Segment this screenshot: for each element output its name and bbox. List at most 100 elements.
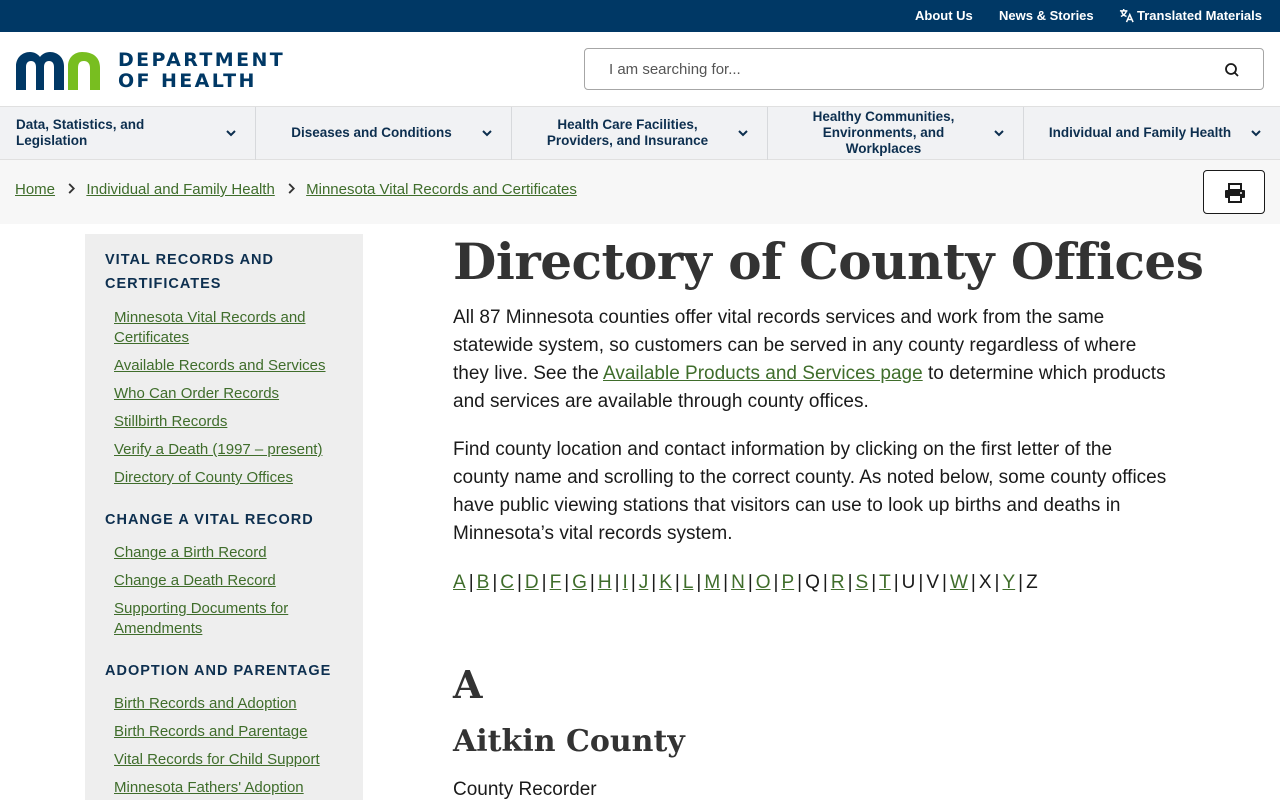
alpha-letter-n[interactable]: N xyxy=(731,572,745,593)
alpha-letter-l[interactable]: L xyxy=(683,572,694,593)
alpha-letter-d[interactable]: D xyxy=(525,572,539,593)
alpha-separator: | xyxy=(589,572,595,593)
breadcrumb-home[interactable]: Home xyxy=(15,181,55,198)
alpha-letter-o[interactable]: O xyxy=(756,572,771,593)
alpha-separator: | xyxy=(614,572,620,593)
alpha-letter-r[interactable]: R xyxy=(831,572,845,593)
sidebar-link-available-records[interactable]: Available Records and Services xyxy=(114,356,344,376)
alpha-separator: | xyxy=(773,572,779,593)
alpha-letter-j[interactable]: J xyxy=(639,572,649,593)
alpha-separator: | xyxy=(893,572,899,593)
alpha-letter-k[interactable]: K xyxy=(659,572,672,593)
print-button[interactable] xyxy=(1203,170,1265,214)
sidebar-link-change-birth[interactable]: Change a Birth Record xyxy=(114,543,344,563)
nav-item-label: Healthy Communities, Environments, and W… xyxy=(812,109,955,156)
alpha-separator: | xyxy=(970,572,976,593)
page-title: Directory of County Offices xyxy=(453,232,1204,291)
alpha-letter-y[interactable]: Y xyxy=(1002,572,1015,593)
alpha-letter-g[interactable]: G xyxy=(572,572,587,593)
alpha-letter-m[interactable]: M xyxy=(704,572,720,593)
alpha-separator: | xyxy=(994,572,1000,593)
alpha-separator: | xyxy=(723,572,729,593)
chevron-down-icon xyxy=(482,130,492,137)
logo-line-1: DEPARTMENT xyxy=(118,49,286,71)
alpha-letter-f[interactable]: F xyxy=(550,572,562,593)
sidebar-link-directory-county[interactable]: Directory of County Offices xyxy=(114,468,344,488)
alpha-letter-b[interactable]: B xyxy=(477,572,490,593)
alpha-letter-u: U xyxy=(901,572,916,593)
search-icon[interactable] xyxy=(1223,61,1241,79)
alpha-letter-a[interactable]: A xyxy=(453,572,466,593)
alpha-separator: | xyxy=(797,572,803,593)
chevron-down-icon xyxy=(1251,130,1261,137)
nav-item-label: Data, Statistics, and Legislation xyxy=(16,117,145,148)
sidebar-link-stillbirth[interactable]: Stillbirth Records xyxy=(114,412,344,432)
sidebar-heading-vital-records: Vital Records and Certificates xyxy=(105,252,274,292)
search-input[interactable] xyxy=(609,58,1209,80)
alpha-separator: | xyxy=(516,572,522,593)
news-stories-link[interactable]: News & Stories xyxy=(999,0,1094,32)
alpha-separator: | xyxy=(468,572,474,593)
nav-health-care-facilities[interactable]: Health Care Facilities, Providers, and I… xyxy=(512,107,768,161)
nav-data-statistics-legislation[interactable]: Data, Statistics, and Legislation xyxy=(0,107,256,161)
chevron-right-icon xyxy=(287,181,296,198)
mn-logo-mark xyxy=(16,52,100,90)
alpha-letter-x: X xyxy=(978,572,992,593)
county-subheading: County Recorder xyxy=(453,779,597,800)
sidebar-link-change-death[interactable]: Change a Death Record xyxy=(114,571,344,591)
translate-icon xyxy=(1119,8,1134,23)
alpha-separator: | xyxy=(651,572,657,593)
alpha-letter-h[interactable]: H xyxy=(598,572,612,593)
available-products-link[interactable]: Available Products and Services page xyxy=(603,363,923,384)
alpha-letter-w[interactable]: W xyxy=(950,572,968,593)
chevron-right-icon xyxy=(67,181,76,198)
breadcrumb-vital-records[interactable]: Minnesota Vital Records and Certificates xyxy=(306,181,577,198)
sidebar-link-supporting-docs[interactable]: Supporting Documents for Amendments xyxy=(114,599,314,639)
sidebar-link-child-support[interactable]: Vital Records for Child Support xyxy=(114,750,344,770)
alpha-separator: | xyxy=(564,572,570,593)
alpha-separator: | xyxy=(822,572,828,593)
logo-line-2: OF HEALTH xyxy=(118,70,257,92)
sidebar-link-birth-parentage[interactable]: Birth Records and Parentage xyxy=(114,722,344,742)
utility-bar: About Us News & Stories Translated Mater… xyxy=(0,0,1280,32)
alpha-letter-i[interactable]: I xyxy=(623,572,628,593)
alpha-separator: | xyxy=(747,572,753,593)
main-navigation: Data, Statistics, and Legislation Diseas… xyxy=(0,106,1280,161)
nav-healthy-communities[interactable]: Healthy Communities, Environments, and W… xyxy=(768,107,1024,161)
section-sidebar: Vital Records and Certificates Minnesota… xyxy=(85,234,363,800)
print-icon xyxy=(1225,183,1245,203)
sidebar-link-mn-vital-records[interactable]: Minnesota Vital Records and Certificates xyxy=(114,308,344,348)
alphabet-index: A | B | C | D | F | G | H | I | J | K | L | M | N | O | P | Q | R | S | T | U |… xyxy=(453,569,1038,597)
alpha-letter-p[interactable]: P xyxy=(781,572,794,593)
site-header: DEPARTMENT OF HEALTH xyxy=(0,32,1280,106)
logo-text: DEPARTMENT OF HEALTH xyxy=(118,50,285,92)
about-us-link[interactable]: About Us xyxy=(915,0,973,32)
alpha-separator: | xyxy=(696,572,702,593)
intro-paragraph: All 87 Minnesota counties offer vital re… xyxy=(453,304,1168,416)
breadcrumb-individual-family-health[interactable]: Individual and Family Health xyxy=(86,181,274,198)
sidebar-link-birth-adoption[interactable]: Birth Records and Adoption xyxy=(114,694,344,714)
alpha-letter-c[interactable]: C xyxy=(500,572,514,593)
mdh-logo[interactable]: DEPARTMENT OF HEALTH xyxy=(16,50,286,92)
nav-item-label: Individual and Family Health xyxy=(1048,125,1232,140)
alpha-letter-t[interactable]: T xyxy=(879,572,891,593)
alpha-separator: | xyxy=(871,572,877,593)
alpha-separator: | xyxy=(942,572,947,593)
sidebar-heading-change-record: Change a Vital Record xyxy=(105,512,314,528)
sidebar-link-who-can-order[interactable]: Who Can Order Records xyxy=(114,384,344,404)
alpha-separator: | xyxy=(492,572,498,593)
alpha-letter-s[interactable]: S xyxy=(856,572,869,593)
alpha-letter-z: Z xyxy=(1026,572,1038,593)
nav-item-label: Health Care Facilities, Providers, and I… xyxy=(546,117,709,148)
breadcrumb: Home Individual and Family Health Minnes… xyxy=(15,181,577,198)
nav-diseases-conditions[interactable]: Diseases and Conditions xyxy=(256,107,512,161)
translated-materials-link[interactable]: Translated Materials xyxy=(1119,0,1262,32)
chevron-down-icon xyxy=(994,130,1004,137)
alpha-separator: | xyxy=(1018,572,1024,593)
alpha-separator: | xyxy=(674,572,680,593)
sidebar-link-fathers-adoption[interactable]: Minnesota Fathers' Adoption xyxy=(114,778,344,798)
alpha-separator: | xyxy=(541,572,547,593)
sidebar-heading-adoption: Adoption and Parentage xyxy=(105,663,332,679)
nav-individual-family-health[interactable]: Individual and Family Health xyxy=(1024,107,1280,161)
sidebar-link-verify-death[interactable]: Verify a Death (1997 – present) xyxy=(114,440,344,460)
